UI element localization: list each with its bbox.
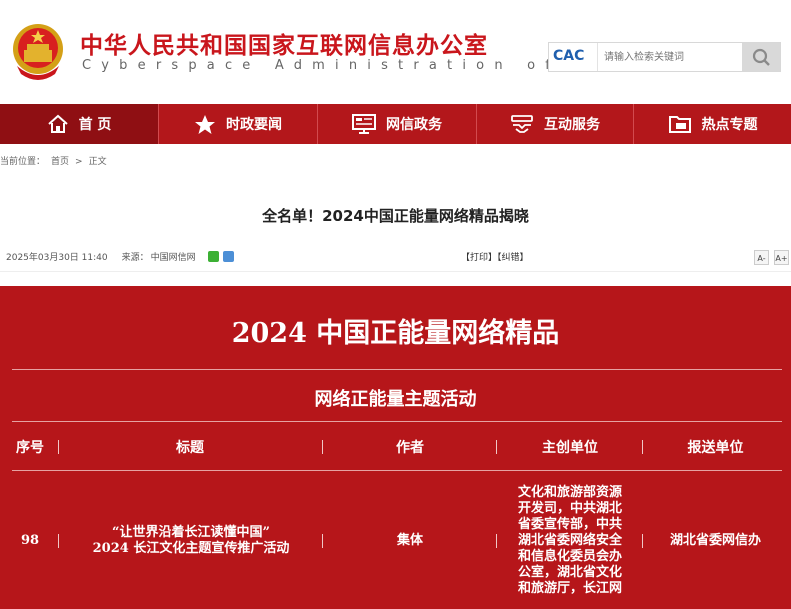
star-icon <box>195 114 215 134</box>
home-icon <box>47 114 68 133</box>
table-cell-title: “让世界沿着长江读懂中国” 2024 长江文化主题宣传推广活动 <box>66 525 316 557</box>
print-link[interactable]: 【打印】 <box>461 253 497 263</box>
breadcrumb-separator: > <box>75 157 83 167</box>
creator-line: 省委宣传部，中共 <box>517 517 622 532</box>
search-icon <box>752 48 770 66</box>
breadcrumb: 当前位置： 首页 > 正文 <box>0 154 113 167</box>
column-separator <box>322 440 323 454</box>
table-cell-creator: 文化和旅游部资源 开发司，中共湖北 省委宣传部，中共 湖北省委网络安全 和信息化… <box>505 485 635 597</box>
main-nav: 首 页 时政要闻 网信政务 互动服务 热点专题 <box>0 104 791 144</box>
article-meta: 2025年03月30日 11:40 来源： 中国网信网 <box>6 250 234 263</box>
creator-line: 和旅游厅，长江网 <box>517 581 622 596</box>
creator-line: 公室，湖北省文化 <box>517 565 622 580</box>
divider <box>0 271 791 272</box>
table-cell-no: 98 <box>20 533 40 548</box>
monitor-icon <box>352 114 376 134</box>
column-separator <box>642 440 643 454</box>
breadcrumb-home[interactable]: 首页 <box>51 157 69 167</box>
article-source: 中国网信网 <box>150 253 196 263</box>
column-separator <box>642 534 643 548</box>
column-separator <box>58 534 59 548</box>
nav-label-home: 首 页 <box>78 117 112 133</box>
column-separator <box>496 440 497 454</box>
search-input[interactable] <box>597 43 744 71</box>
column-separator <box>58 440 59 454</box>
column-header-author: 作者 <box>396 440 424 456</box>
cac-logo: CAC <box>553 48 585 64</box>
column-header-no: 序号 <box>16 440 44 456</box>
column-separator <box>322 534 323 548</box>
breadcrumb-prefix: 当前位置： <box>0 157 46 167</box>
handshake-icon <box>511 115 533 133</box>
nav-item-news[interactable]: 时政要闻 <box>159 104 318 144</box>
creator-line: 和信息化委员会办 <box>517 549 622 564</box>
weibo-share-icon[interactable] <box>222 251 234 262</box>
creator-line: 开发司，中共湖北 <box>517 501 622 516</box>
source-label: 来源： <box>121 253 149 263</box>
nav-label-news: 时政要闻 <box>226 117 282 133</box>
column-separator <box>496 534 497 548</box>
table-cell-submitter: 湖北省委网信办 <box>669 533 761 548</box>
site-header: 中华人民共和国国家互联网信息办公室 Cyberspace Administrat… <box>0 0 791 104</box>
banner-divider <box>12 369 782 370</box>
title-line: 2024 长江文化主题宣传推广活动 <box>92 541 290 556</box>
search-button[interactable] <box>742 43 780 71</box>
banner-divider <box>12 421 782 422</box>
national-emblem-icon[interactable] <box>11 22 65 82</box>
nav-label-topics: 热点专题 <box>701 117 758 133</box>
creator-line: 文化和旅游部资源 <box>517 485 622 500</box>
table-header-divider <box>12 470 782 471</box>
font-increase-button[interactable]: A+ <box>774 250 789 265</box>
site-title-cn[interactable]: 中华人民共和国国家互联网信息办公室 <box>80 26 488 60</box>
wechat-share-icon[interactable] <box>207 251 219 262</box>
nav-item-interactive[interactable]: 互动服务 <box>477 104 634 144</box>
search-box: CAC <box>548 42 781 72</box>
article-title: 全名单！2024中国正能量网络精品揭晓 <box>262 207 529 225</box>
column-header-creator: 主创单位 <box>542 440 598 456</box>
creator-line: 湖北省委网络安全 <box>517 533 622 548</box>
title-line: “让世界沿着长江读懂中国” <box>112 525 270 540</box>
table-cell-author: 集体 <box>396 533 423 548</box>
nav-label-government: 网信政务 <box>386 117 442 133</box>
column-header-title: 标题 <box>176 440 204 456</box>
nav-label-interactive: 互动服务 <box>544 117 600 133</box>
correct-link[interactable]: 【纠错】 <box>497 253 529 263</box>
print-actions: 【打印】【纠错】 <box>461 250 529 263</box>
folder-icon <box>668 116 691 133</box>
nav-item-topics[interactable]: 热点专题 <box>634 104 791 144</box>
nav-item-home[interactable]: 首 页 <box>0 104 159 144</box>
font-decrease-button[interactable]: A- <box>754 250 769 265</box>
banner-title: 2024 中国正能量网络精品 <box>231 318 560 349</box>
nav-item-government[interactable]: 网信政务 <box>318 104 477 144</box>
banner-subtitle: 网络正能量主题活动 <box>314 389 477 410</box>
column-header-submitter: 报送单位 <box>687 440 744 456</box>
breadcrumb-current: 正文 <box>88 157 107 167</box>
article-date: 2025年03月30日 11:40 <box>6 253 108 263</box>
